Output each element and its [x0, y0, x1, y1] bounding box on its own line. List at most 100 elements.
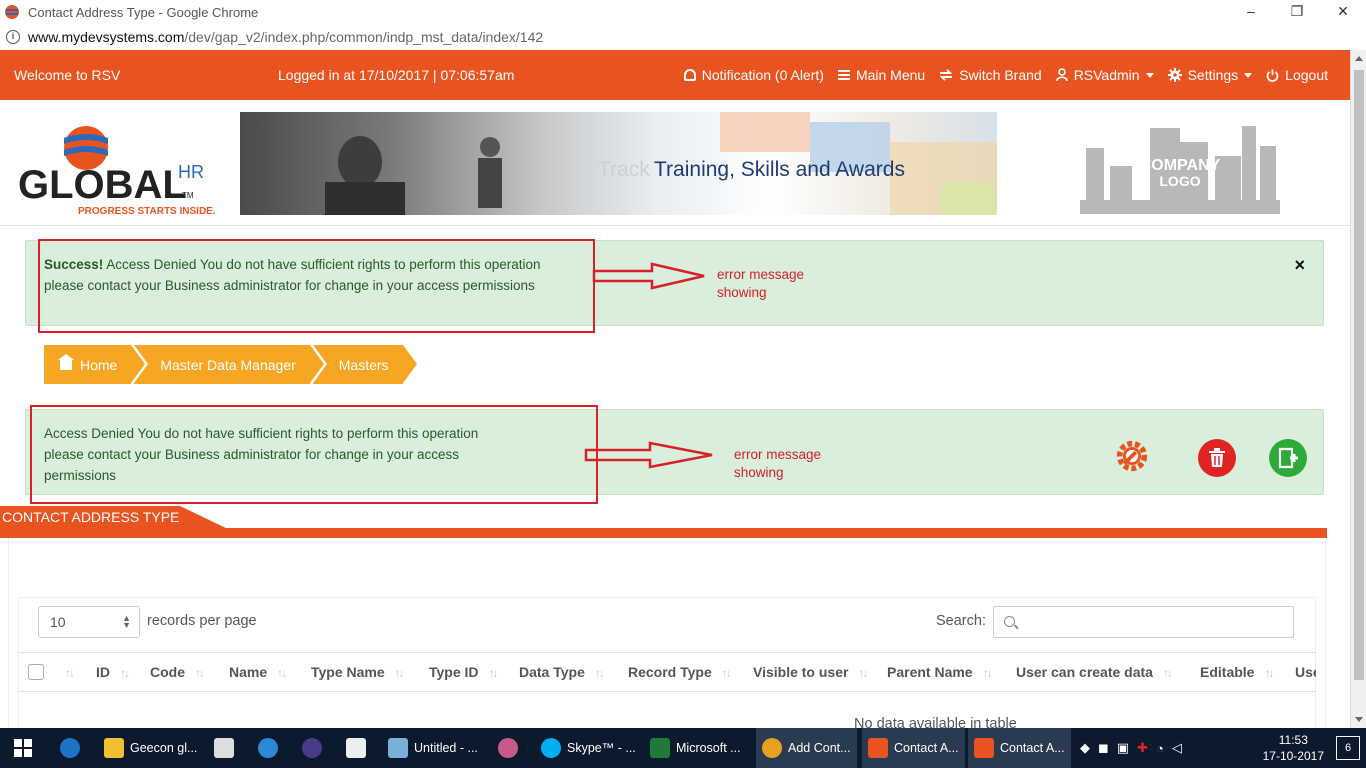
switch-brand-link[interactable]: Switch Brand — [939, 67, 1042, 83]
menu-icon — [837, 70, 850, 80]
bell-icon — [683, 69, 696, 81]
taskbar-store[interactable] — [214, 728, 234, 768]
window-controls: – ❐ ✕ — [1228, 0, 1366, 24]
column-header-name[interactable]: Name ↑↓ — [229, 664, 287, 680]
table-header: ↑↓ ID ↑↓ Code ↑↓ Name ↑↓ Type Name ↑↓ Type I… — [19, 652, 1316, 692]
network-icon[interactable]: ◔ — [1156, 741, 1164, 756]
chevron-down-icon — [1145, 72, 1154, 78]
column-header-user-can-create[interactable]: User can create data ↑↓ — [1016, 664, 1173, 680]
taskbar-item-folder[interactable]: Geecon gl... — [104, 728, 197, 768]
notification-label: Notification (0 Alert) — [701, 67, 824, 83]
dropbox-icon[interactable]: ◆ — [1080, 740, 1090, 756]
panel-title-tab: CONTACT ADDRESS TYPE — [0, 506, 230, 530]
scroll-up-icon[interactable] — [1355, 56, 1363, 61]
breadcrumb-home-label: Home — [80, 356, 118, 373]
breadcrumb-home[interactable]: Home — [44, 345, 149, 384]
power-icon — [1266, 69, 1279, 82]
column-header-id[interactable]: ID ↑↓ — [96, 664, 130, 680]
svg-text:COMPANY: COMPANY — [1140, 157, 1221, 174]
action-center-button[interactable]: 6 — [1336, 736, 1360, 760]
svg-text:HR: HR — [178, 162, 204, 182]
column-header-record-type[interactable]: Record Type ↑↓ — [628, 664, 732, 680]
settings-label: Settings — [1187, 67, 1239, 83]
taskbar-item-untitled[interactable]: Untitled - ... — [388, 728, 478, 768]
taskbar-item-contact-2[interactable]: Contact A... — [968, 728, 1071, 768]
paint-icon — [498, 738, 518, 758]
annotation-text-top: error message showing — [717, 266, 804, 302]
maximize-button[interactable]: ❐ — [1274, 0, 1320, 24]
taskbar-ie[interactable] — [258, 728, 278, 768]
sort-column-checkbox[interactable]: ↑↓ — [65, 664, 75, 680]
close-window-button[interactable]: ✕ — [1320, 0, 1366, 24]
breadcrumb-master-data-manager[interactable]: Master Data Manager — [134, 345, 328, 384]
column-header-use[interactable]: Use — [1295, 664, 1316, 680]
taskbar-eclipse[interactable] — [302, 728, 322, 768]
taskbar-clock[interactable]: 11:53 17-10-2017 — [1263, 732, 1324, 764]
delete-button[interactable] — [1198, 439, 1236, 477]
search-input[interactable] — [993, 606, 1294, 638]
tray-monitor-icon[interactable]: ▣ — [1117, 740, 1129, 756]
column-header-parent-name[interactable]: Parent Name ↑↓ — [887, 664, 993, 680]
taskbar-mail[interactable] — [346, 728, 366, 768]
scroll-down-icon[interactable] — [1355, 717, 1363, 722]
document-icon — [388, 738, 408, 758]
column-header-data-type[interactable]: Data Type ↑↓ — [519, 664, 605, 680]
user-menu[interactable]: RSVadmin — [1055, 67, 1154, 83]
address-bar[interactable]: i www.mydevsystems.com/dev/gap_v2/index.… — [0, 24, 1366, 50]
windows-start-icon[interactable] — [14, 739, 32, 757]
chevron-down-icon — [1244, 72, 1253, 78]
switch-arrows-icon — [939, 69, 953, 81]
settings-menu[interactable]: Settings — [1167, 67, 1253, 83]
taskbar-item-chrome[interactable]: Add Cont... — [756, 728, 857, 768]
logout-link[interactable]: Logout — [1266, 67, 1328, 83]
minimize-button[interactable]: – — [1228, 0, 1274, 24]
svg-text:LOGO: LOGO — [1159, 173, 1200, 189]
volume-icon[interactable]: ◁ — [1172, 740, 1182, 756]
column-header-type-name[interactable]: Type Name ↑↓ — [311, 664, 405, 680]
site-info-icon[interactable]: i — [6, 30, 20, 44]
app-favicon-icon — [5, 5, 19, 19]
search-label: Search: — [936, 613, 986, 629]
configure-button[interactable] — [1113, 437, 1151, 475]
annotation-main-line1: error message — [734, 447, 822, 462]
column-header-type-id[interactable]: Type ID ↑↓ — [429, 664, 499, 680]
records-per-page-label: records per page — [147, 613, 257, 629]
notification-link[interactable]: Notification (0 Alert) — [683, 67, 824, 83]
select-arrows-icon: ▲ ▼ — [122, 613, 131, 630]
taskbar-item-contact-1[interactable]: Contact A... — [862, 728, 965, 768]
edge-icon — [60, 738, 80, 758]
column-header-code[interactable]: Code ↑↓ — [150, 664, 205, 680]
browser-titlebar: Contact Address Type - Google Chrome – ❐… — [0, 0, 1366, 24]
page-scrollbar[interactable] — [1350, 50, 1366, 728]
svg-text:PROGRESS STARTS INSIDE.: PROGRESS STARTS INSIDE. — [78, 206, 216, 216]
scroll-thumb[interactable] — [1354, 70, 1364, 680]
home-icon — [58, 353, 74, 370]
column-header-editable[interactable]: Editable ↑↓ — [1200, 664, 1274, 680]
taskbar-paint[interactable] — [498, 728, 518, 768]
annotation-top-line2: showing — [717, 285, 767, 300]
main-menu-link[interactable]: Main Menu — [837, 67, 925, 83]
close-alert-button[interactable]: × — [1294, 255, 1305, 276]
add-button[interactable] — [1269, 439, 1307, 477]
banner-title: Training, Skills and Awards — [654, 158, 905, 181]
svg-text:TM: TM — [182, 191, 194, 200]
records-per-page-select[interactable]: 10 ▲ ▼ — [38, 606, 140, 638]
taskbar-item-excel[interactable]: Microsoft ... — [650, 728, 741, 768]
company-logo: COMPANY LOGO — [1080, 126, 1280, 214]
url-host: www.mydevsystems.com — [28, 29, 185, 45]
clock-date: 17-10-2017 — [1262, 749, 1324, 763]
app-icon — [974, 738, 994, 758]
wrench-gear-icon — [1116, 440, 1148, 472]
app-top-nav: Welcome to RSV Logged in at 17/10/2017 |… — [0, 50, 1350, 100]
user-icon — [1055, 68, 1068, 82]
mail-icon — [346, 738, 366, 758]
system-tray[interactable]: ◆ ◼ ▣ ✚ ◔ ◁ — [1080, 728, 1182, 768]
select-all-checkbox[interactable] — [28, 664, 44, 680]
switch-brand-label: Switch Brand — [959, 67, 1042, 83]
shield-icon[interactable]: ✚ — [1137, 740, 1148, 756]
column-header-visible-to-user[interactable]: Visible to user ↑↓ — [753, 664, 868, 680]
taskbar-edge[interactable] — [60, 728, 80, 768]
annotation-main-line2: showing — [734, 465, 784, 480]
taskbar-item-skype[interactable]: Skype™ - ... — [541, 728, 636, 768]
tray-app-icon[interactable]: ◼ — [1098, 740, 1109, 756]
